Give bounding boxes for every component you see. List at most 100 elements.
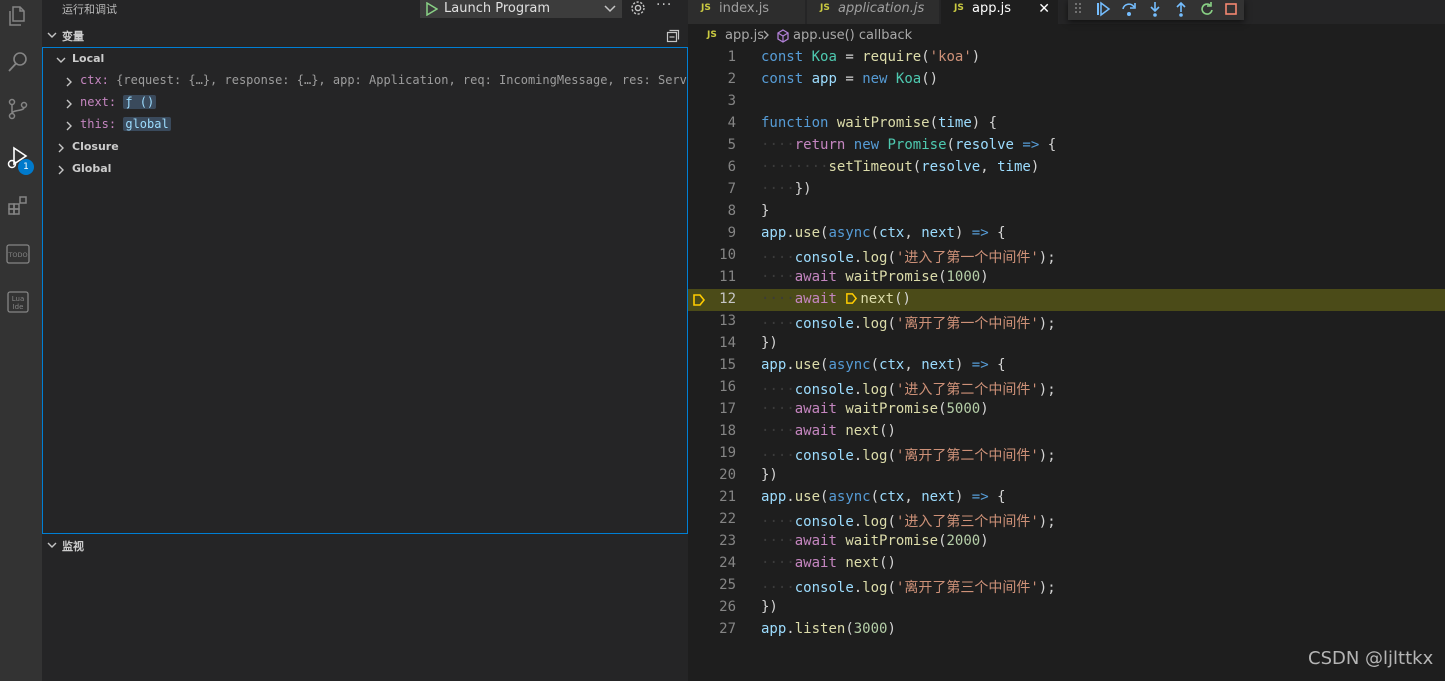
variable-next[interactable]: next: ƒ () xyxy=(43,92,687,114)
todo-icon[interactable]: TODO xyxy=(4,240,32,268)
continue-icon[interactable] xyxy=(1095,1,1111,20)
code-line[interactable]: 9 app.use(async(ctx, next) => { xyxy=(688,223,1445,245)
code-line[interactable]: 8} xyxy=(688,201,1445,223)
launch-config-select[interactable]: Launch Program xyxy=(420,0,622,18)
activity-bar: 1 TODO Lua Ide xyxy=(0,0,42,681)
chevron-right-icon xyxy=(761,29,771,44)
code-line[interactable]: 17 ····await waitPromise(5000) xyxy=(688,399,1445,421)
code-line[interactable]: 2 const app = new Koa() xyxy=(688,69,1445,91)
restart-icon[interactable] xyxy=(1199,1,1215,20)
tab-app-js[interactable]: JS app.js ✕ xyxy=(941,0,1059,24)
code-line[interactable]: 18 ····await next() xyxy=(688,421,1445,443)
line-number: 21 xyxy=(719,489,736,505)
code-line[interactable]: 20}) xyxy=(688,465,1445,487)
source-control-icon[interactable] xyxy=(4,95,32,123)
code-line-paused[interactable]: 12 ····await next() xyxy=(688,289,1445,311)
code-line[interactable]: 26}) xyxy=(688,597,1445,619)
line-text: } xyxy=(761,203,770,219)
scope-local[interactable]: Local xyxy=(43,48,687,70)
extensions-icon[interactable] xyxy=(4,192,32,220)
code-line[interactable]: 27 app.listen(3000) xyxy=(688,619,1445,641)
code-line[interactable]: 13 ····console.log('离开了第一个中间件'); xyxy=(688,311,1445,333)
variable-value: ƒ () xyxy=(123,95,157,109)
launch-config-name: Launch Program xyxy=(444,1,551,16)
line-text: app.use(async(ctx, next) => { xyxy=(761,489,1006,505)
variable-ctx[interactable]: ctx: {request: {…}, response: {…}, app: … xyxy=(43,70,687,92)
chevron-right-icon xyxy=(63,76,75,91)
code-line[interactable]: 10 ····console.log('进入了第一个中间件'); xyxy=(688,245,1445,267)
scope-global-label: Global xyxy=(72,162,112,175)
gear-icon[interactable] xyxy=(630,0,646,19)
line-number: 2 xyxy=(727,71,736,87)
line-text: }) xyxy=(761,335,778,351)
stop-icon[interactable] xyxy=(1223,1,1239,20)
line-text: ····await next() xyxy=(761,555,896,571)
tab-application-js[interactable]: JS application.js xyxy=(807,0,940,24)
collapse-all-icon[interactable] xyxy=(666,29,680,46)
chevron-down-icon xyxy=(46,29,58,44)
inline-pause-icon xyxy=(845,292,858,309)
line-number: 16 xyxy=(719,379,736,395)
chevron-down-icon xyxy=(46,539,58,554)
variable-name: next: xyxy=(80,95,117,109)
line-number: 6 xyxy=(727,159,736,175)
line-number: 12 xyxy=(719,291,736,307)
more-actions-icon[interactable]: ··· xyxy=(656,0,672,13)
code-line[interactable]: 21 app.use(async(ctx, next) => { xyxy=(688,487,1445,509)
line-text: app.use(async(ctx, next) => { xyxy=(761,357,1006,373)
scope-closure[interactable]: Closure xyxy=(43,136,687,158)
line-text: ····console.log('进入了第二个中间件'); xyxy=(761,382,1056,398)
tab-index-js[interactable]: JS index.js xyxy=(688,0,806,24)
code-line[interactable]: 11 ····await waitPromise(1000) xyxy=(688,267,1445,289)
drag-handle-icon[interactable] xyxy=(1074,1,1082,20)
step-into-icon[interactable] xyxy=(1147,1,1163,20)
chevron-right-icon xyxy=(55,164,67,179)
line-number: 10 xyxy=(719,247,736,263)
line-number: 8 xyxy=(727,203,736,219)
sidebar-header: 运行和调试 Launch Program ··· xyxy=(42,0,688,22)
code-line[interactable]: 4 function waitPromise(time) { xyxy=(688,113,1445,135)
code-line[interactable]: 15 app.use(async(ctx, next) => { xyxy=(688,355,1445,377)
code-line[interactable]: 24 ····await next() xyxy=(688,553,1445,575)
line-text: ····await next() xyxy=(761,423,896,439)
watch-section-header[interactable]: 监视 xyxy=(42,536,688,556)
variable-this[interactable]: this: global xyxy=(43,114,687,136)
step-over-icon[interactable] xyxy=(1121,1,1137,20)
code-line[interactable]: 6 ········setTimeout(resolve, time) xyxy=(688,157,1445,179)
variable-name: this: xyxy=(80,117,117,131)
lua-ide-icon[interactable]: Lua Ide xyxy=(4,288,32,316)
line-text: const app = new Koa() xyxy=(761,71,939,87)
code-line[interactable]: 5 ····return new Promise(resolve => { xyxy=(688,135,1445,157)
start-debugging-icon[interactable] xyxy=(426,1,439,19)
tab-label: application.js xyxy=(838,1,925,16)
code-line[interactable]: 16 ····console.log('进入了第二个中间件'); xyxy=(688,377,1445,399)
variables-title: 变量 xyxy=(62,30,84,43)
code-line[interactable]: 14}) xyxy=(688,333,1445,355)
line-number: 24 xyxy=(719,555,736,571)
step-out-icon[interactable] xyxy=(1173,1,1189,20)
chevron-down-icon xyxy=(55,54,67,69)
code-line[interactable]: 19 ····console.log('离开了第二个中间件'); xyxy=(688,443,1445,465)
search-icon[interactable] xyxy=(4,48,32,76)
line-text: ····console.log('离开了第三个中间件'); xyxy=(761,580,1056,596)
line-text: ····await waitPromise(2000) xyxy=(761,533,989,549)
line-text: app.listen(3000) xyxy=(761,621,896,637)
code-line[interactable]: 22 ····console.log('进入了第三个中间件'); xyxy=(688,509,1445,531)
line-text: ····await next() xyxy=(761,291,911,309)
close-icon[interactable]: ✕ xyxy=(1038,1,1050,17)
code-line[interactable]: 3 xyxy=(688,91,1445,113)
code-line[interactable]: 7 ····}) xyxy=(688,179,1445,201)
variables-section-header[interactable]: 变量 xyxy=(42,26,688,46)
breadcrumb-symbol[interactable]: app.use() callback xyxy=(793,28,912,43)
line-number: 26 xyxy=(719,599,736,615)
line-text: }) xyxy=(761,467,778,483)
code-line[interactable]: 25 ····console.log('离开了第三个中间件'); xyxy=(688,575,1445,597)
chevron-down-icon xyxy=(604,3,616,17)
code-line[interactable]: 1 const Koa = require('koa') xyxy=(688,47,1445,69)
explorer-icon[interactable] xyxy=(4,2,32,30)
code-line[interactable]: 23 ····await waitPromise(2000) xyxy=(688,531,1445,553)
breadcrumb-file[interactable]: app.js xyxy=(725,28,764,43)
line-text: app.use(async(ctx, next) => { xyxy=(761,225,1006,241)
sidebar-title: 运行和调试 xyxy=(62,3,117,16)
scope-global[interactable]: Global xyxy=(43,158,687,180)
